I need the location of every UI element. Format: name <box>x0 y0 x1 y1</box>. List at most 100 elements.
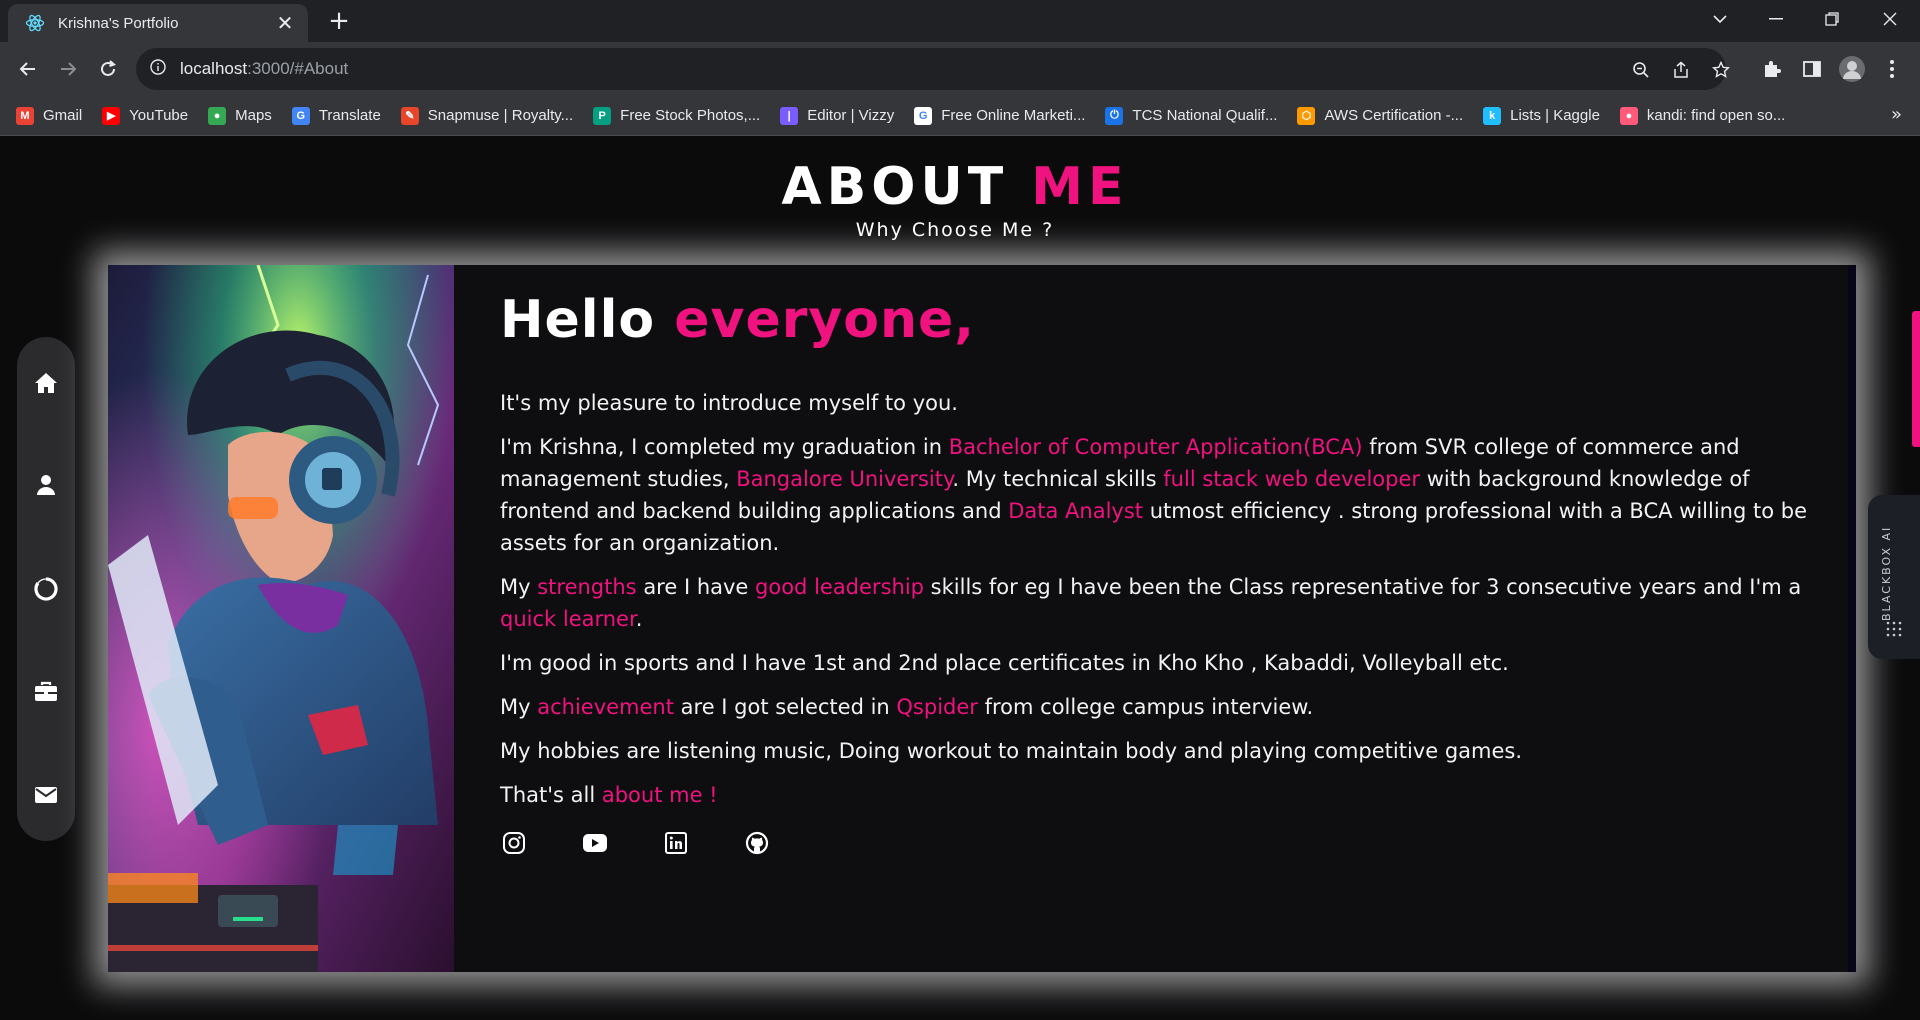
bookmark-favicon-icon: G <box>291 106 310 125</box>
bookmark-label: YouTube <box>129 107 189 124</box>
bookmark-label: kandi: find open so... <box>1646 107 1786 124</box>
bookmark-favicon-icon: G <box>914 106 933 125</box>
bookmark-item[interactable]: M Gmail <box>16 106 82 125</box>
bookmark-favicon-icon: ▶ <box>102 106 121 125</box>
bookmark-label: AWS Certification -... <box>1324 107 1464 124</box>
restore-icon[interactable] <box>1804 0 1860 38</box>
profile-avatar[interactable] <box>1838 55 1866 83</box>
instagram-icon[interactable] <box>500 829 528 857</box>
education-paragraph: I'm Krishna, I completed my graduation i… <box>500 431 1826 559</box>
body-text: from college campus interview. <box>977 695 1314 719</box>
highlight-text: Qspider <box>896 695 978 719</box>
back-icon[interactable] <box>12 53 44 85</box>
closing-white: That's all <box>500 783 602 807</box>
bookmark-favicon-icon: ✎ <box>400 106 419 125</box>
strengths-paragraph: My strengths are I have good leadership … <box>500 571 1826 635</box>
bookmarks-bar: M Gmail ▶ YouTube ● Maps G Translate ✎ Snapmuse |… <box>0 96 1920 136</box>
skills-icon[interactable] <box>32 575 60 603</box>
youtube-icon[interactable] <box>581 829 609 857</box>
highlight-text: quick learner <box>500 607 636 631</box>
blackbox-logo-icon <box>1884 619 1904 639</box>
bookmark-item[interactable]: | Editor | Vizzy <box>780 106 895 125</box>
highlight-text: Data Analyst <box>1008 499 1144 523</box>
bookmark-item[interactable]: k Lists | Kaggle <box>1483 106 1600 125</box>
closing-pink: about me ! <box>601 783 718 807</box>
achievement-paragraph: My achievement are I got selected in Qsp… <box>500 691 1826 723</box>
highlight-text: strengths <box>537 575 637 599</box>
tab-close-icon[interactable]: ✕ <box>274 11 296 35</box>
home-icon[interactable] <box>32 369 60 397</box>
body-text: . My technical skills <box>952 467 1164 491</box>
bookmark-item[interactable]: ● Maps <box>208 106 272 125</box>
tab-search-icon[interactable] <box>1692 0 1748 38</box>
highlight-text: Bachelor of Computer Application(BCA) <box>948 435 1363 459</box>
bookmark-label: Lists | Kaggle <box>1510 107 1600 124</box>
intro-paragraph: It's my pleasure to introduce myself to … <box>500 391 958 415</box>
highlight-text: good leadership <box>755 575 924 599</box>
linkedin-icon[interactable] <box>662 829 690 857</box>
bookmark-label: Translate <box>318 107 381 124</box>
highlight-text: achievement <box>537 695 674 719</box>
body-text: My <box>500 695 538 719</box>
bookmark-favicon-icon: M <box>16 106 34 125</box>
react-favicon-icon <box>24 12 46 34</box>
body-text: are I got selected in <box>673 695 897 719</box>
card-edge <box>1848 265 1856 972</box>
sports-paragraph: I'm good in sports and I have 1st and 2n… <box>500 651 1509 675</box>
side-navigation <box>17 337 75 841</box>
bookmark-favicon-icon: ⏻ <box>1105 106 1124 125</box>
side-panel-icon[interactable] <box>1798 55 1826 83</box>
bookmark-favicon-icon: ● <box>208 106 227 125</box>
bookmark-item[interactable]: ✎ Snapmuse | Royalty... <box>400 106 573 125</box>
bookmark-label: Maps <box>235 107 272 124</box>
greeting-pink: everyone, <box>674 290 976 350</box>
bookmarks-overflow-icon[interactable]: » <box>1891 104 1902 125</box>
mail-icon[interactable] <box>32 781 60 809</box>
new-tab-button[interactable]: + <box>324 6 354 36</box>
user-icon[interactable] <box>32 471 60 499</box>
extensions-icon[interactable] <box>1758 55 1786 83</box>
briefcase-icon[interactable] <box>32 678 60 706</box>
github-icon[interactable] <box>743 829 771 857</box>
bookmark-item[interactable]: ● kandi: find open so... <box>1619 106 1786 125</box>
body-text: . <box>635 607 643 631</box>
tab-strip: Krishna's Portfolio ✕ + <box>0 0 1920 42</box>
bookmark-favicon-icon: P <box>593 106 612 125</box>
body-text: skills for eg I have been the Class repr… <box>924 575 1802 599</box>
social-links <box>500 829 1826 857</box>
bookmark-item[interactable]: P Free Stock Photos,... <box>593 106 761 125</box>
menu-icon[interactable] <box>1878 55 1906 83</box>
bookmark-label: Editor | Vizzy <box>807 107 895 124</box>
zoom-icon[interactable] <box>1630 59 1652 81</box>
bookmark-item[interactable]: G Translate <box>291 106 381 125</box>
bookmark-item[interactable]: ⏻ TCS National Qualif... <box>1105 106 1278 125</box>
address-bar[interactable]: localhost:3000/#About <box>136 48 1730 90</box>
title-pink: ME <box>1031 157 1129 217</box>
about-heading: ABOUT ME Why Choose Me ? <box>0 159 1910 241</box>
reload-icon[interactable] <box>92 53 124 85</box>
url-host: localhost <box>180 59 248 78</box>
hobbies-paragraph: My hobbies are listening music, Doing wo… <box>500 739 1523 763</box>
url-path: :3000/#About <box>247 59 349 78</box>
blackbox-ai-widget[interactable]: BLACKBOX AI <box>1868 495 1920 659</box>
minimize-icon[interactable] <box>1748 0 1804 38</box>
bookmark-favicon-icon: | <box>780 106 799 125</box>
bookmark-label: TCS National Qualif... <box>1132 107 1278 124</box>
bookmark-star-icon[interactable] <box>1710 59 1732 81</box>
scrollbar-thumb[interactable] <box>1912 311 1920 447</box>
avatar-illustration <box>108 265 454 972</box>
bookmark-favicon-icon: k <box>1483 106 1502 125</box>
browser-tab[interactable]: Krishna's Portfolio ✕ <box>8 4 308 42</box>
bookmark-item[interactable]: G Free Online Marketi... <box>914 106 1085 125</box>
close-window-icon[interactable] <box>1862 0 1918 38</box>
forward-icon[interactable] <box>52 53 84 85</box>
bookmark-item[interactable]: ⬡ AWS Certification -... <box>1297 106 1464 125</box>
site-info-icon[interactable] <box>150 59 166 79</box>
body-text: are I have <box>636 575 756 599</box>
browser-toolbar: localhost:3000/#About <box>0 42 1920 96</box>
bookmark-item[interactable]: ▶ YouTube <box>102 106 189 125</box>
share-icon[interactable] <box>1670 59 1692 81</box>
bookmark-label: Free Stock Photos,... <box>620 107 761 124</box>
bookmark-favicon-icon: ● <box>1619 106 1638 125</box>
greeting-white: Hello <box>500 290 656 350</box>
